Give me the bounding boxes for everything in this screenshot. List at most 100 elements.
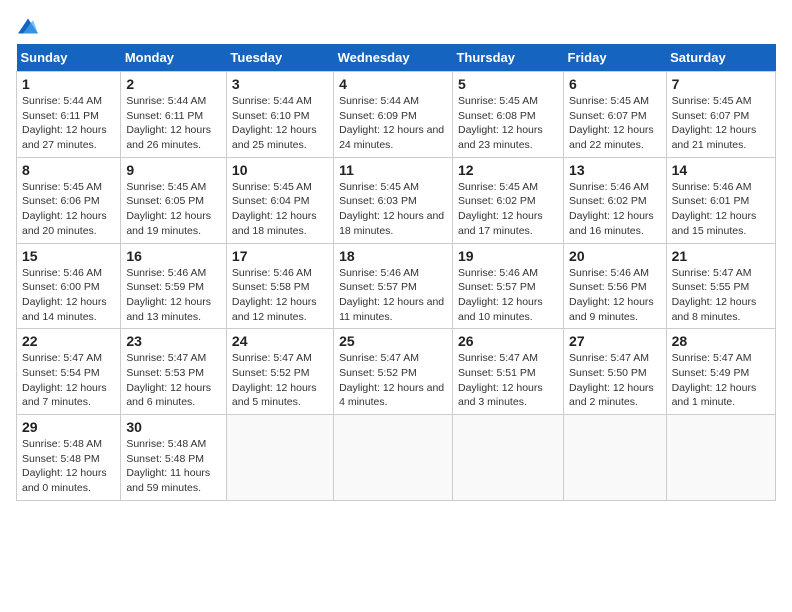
calendar-cell: 6 Sunrise: 5:45 AMSunset: 6:07 PMDayligh… (564, 72, 667, 158)
day-number: 6 (569, 76, 661, 92)
day-info: Sunrise: 5:46 AMSunset: 6:00 PMDaylight:… (22, 267, 107, 323)
calendar-cell: 10 Sunrise: 5:45 AMSunset: 6:04 PMDaylig… (226, 157, 333, 243)
day-number: 23 (126, 333, 221, 349)
day-info: Sunrise: 5:46 AMSunset: 5:57 PMDaylight:… (339, 267, 444, 323)
weekday-header-thursday: Thursday (452, 44, 563, 72)
page-header (16, 16, 776, 32)
day-info: Sunrise: 5:45 AMSunset: 6:03 PMDaylight:… (339, 181, 444, 237)
calendar-week-row: 1 Sunrise: 5:44 AMSunset: 6:11 PMDayligh… (17, 72, 776, 158)
calendar-cell: 29 Sunrise: 5:48 AMSunset: 5:48 PMDaylig… (17, 415, 121, 501)
day-info: Sunrise: 5:46 AMSunset: 5:58 PMDaylight:… (232, 267, 317, 323)
calendar-cell: 19 Sunrise: 5:46 AMSunset: 5:57 PMDaylig… (452, 243, 563, 329)
calendar-cell: 15 Sunrise: 5:46 AMSunset: 6:00 PMDaylig… (17, 243, 121, 329)
calendar-cell: 13 Sunrise: 5:46 AMSunset: 6:02 PMDaylig… (564, 157, 667, 243)
calendar-cell: 8 Sunrise: 5:45 AMSunset: 6:06 PMDayligh… (17, 157, 121, 243)
day-number: 4 (339, 76, 447, 92)
day-info: Sunrise: 5:46 AMSunset: 5:59 PMDaylight:… (126, 267, 211, 323)
calendar-week-row: 15 Sunrise: 5:46 AMSunset: 6:00 PMDaylig… (17, 243, 776, 329)
day-number: 7 (672, 76, 770, 92)
day-number: 12 (458, 162, 558, 178)
calendar-cell: 26 Sunrise: 5:47 AMSunset: 5:51 PMDaylig… (452, 329, 563, 415)
calendar-cell: 14 Sunrise: 5:46 AMSunset: 6:01 PMDaylig… (666, 157, 775, 243)
day-info: Sunrise: 5:45 AMSunset: 6:07 PMDaylight:… (569, 95, 654, 151)
day-info: Sunrise: 5:46 AMSunset: 6:02 PMDaylight:… (569, 181, 654, 237)
day-info: Sunrise: 5:46 AMSunset: 5:57 PMDaylight:… (458, 267, 543, 323)
calendar-cell: 12 Sunrise: 5:45 AMSunset: 6:02 PMDaylig… (452, 157, 563, 243)
logo-icon (18, 16, 38, 36)
calendar-cell: 3 Sunrise: 5:44 AMSunset: 6:10 PMDayligh… (226, 72, 333, 158)
calendar-week-row: 29 Sunrise: 5:48 AMSunset: 5:48 PMDaylig… (17, 415, 776, 501)
day-info: Sunrise: 5:45 AMSunset: 6:07 PMDaylight:… (672, 95, 757, 151)
day-number: 24 (232, 333, 328, 349)
day-info: Sunrise: 5:44 AMSunset: 6:09 PMDaylight:… (339, 95, 444, 151)
day-info: Sunrise: 5:46 AMSunset: 5:56 PMDaylight:… (569, 267, 654, 323)
weekday-header-sunday: Sunday (17, 44, 121, 72)
calendar-cell: 23 Sunrise: 5:47 AMSunset: 5:53 PMDaylig… (121, 329, 227, 415)
day-number: 8 (22, 162, 115, 178)
day-number: 21 (672, 248, 770, 264)
calendar-cell: 2 Sunrise: 5:44 AMSunset: 6:11 PMDayligh… (121, 72, 227, 158)
day-number: 29 (22, 419, 115, 435)
day-info: Sunrise: 5:47 AMSunset: 5:52 PMDaylight:… (232, 352, 317, 408)
day-number: 26 (458, 333, 558, 349)
day-number: 30 (126, 419, 221, 435)
calendar-cell: 17 Sunrise: 5:46 AMSunset: 5:58 PMDaylig… (226, 243, 333, 329)
calendar-cell: 5 Sunrise: 5:45 AMSunset: 6:08 PMDayligh… (452, 72, 563, 158)
day-number: 18 (339, 248, 447, 264)
day-info: Sunrise: 5:47 AMSunset: 5:54 PMDaylight:… (22, 352, 107, 408)
day-info: Sunrise: 5:47 AMSunset: 5:50 PMDaylight:… (569, 352, 654, 408)
calendar-cell: 27 Sunrise: 5:47 AMSunset: 5:50 PMDaylig… (564, 329, 667, 415)
day-number: 1 (22, 76, 115, 92)
day-info: Sunrise: 5:45 AMSunset: 6:02 PMDaylight:… (458, 181, 543, 237)
day-info: Sunrise: 5:45 AMSunset: 6:04 PMDaylight:… (232, 181, 317, 237)
weekday-header-tuesday: Tuesday (226, 44, 333, 72)
day-info: Sunrise: 5:47 AMSunset: 5:51 PMDaylight:… (458, 352, 543, 408)
calendar-cell (334, 415, 453, 501)
day-info: Sunrise: 5:47 AMSunset: 5:55 PMDaylight:… (672, 267, 757, 323)
day-number: 17 (232, 248, 328, 264)
day-info: Sunrise: 5:44 AMSunset: 6:11 PMDaylight:… (126, 95, 211, 151)
calendar-cell: 4 Sunrise: 5:44 AMSunset: 6:09 PMDayligh… (334, 72, 453, 158)
day-number: 28 (672, 333, 770, 349)
calendar-cell: 21 Sunrise: 5:47 AMSunset: 5:55 PMDaylig… (666, 243, 775, 329)
calendar-cell: 28 Sunrise: 5:47 AMSunset: 5:49 PMDaylig… (666, 329, 775, 415)
day-number: 14 (672, 162, 770, 178)
day-info: Sunrise: 5:44 AMSunset: 6:10 PMDaylight:… (232, 95, 317, 151)
day-number: 15 (22, 248, 115, 264)
calendar-cell: 24 Sunrise: 5:47 AMSunset: 5:52 PMDaylig… (226, 329, 333, 415)
calendar-cell (564, 415, 667, 501)
day-info: Sunrise: 5:46 AMSunset: 6:01 PMDaylight:… (672, 181, 757, 237)
calendar-cell: 18 Sunrise: 5:46 AMSunset: 5:57 PMDaylig… (334, 243, 453, 329)
day-number: 5 (458, 76, 558, 92)
day-number: 11 (339, 162, 447, 178)
day-info: Sunrise: 5:44 AMSunset: 6:11 PMDaylight:… (22, 95, 107, 151)
day-info: Sunrise: 5:47 AMSunset: 5:49 PMDaylight:… (672, 352, 757, 408)
day-number: 22 (22, 333, 115, 349)
calendar-cell: 22 Sunrise: 5:47 AMSunset: 5:54 PMDaylig… (17, 329, 121, 415)
calendar-cell: 7 Sunrise: 5:45 AMSunset: 6:07 PMDayligh… (666, 72, 775, 158)
calendar-header-row: SundayMondayTuesdayWednesdayThursdayFrid… (17, 44, 776, 72)
day-number: 19 (458, 248, 558, 264)
day-number: 16 (126, 248, 221, 264)
calendar-cell: 11 Sunrise: 5:45 AMSunset: 6:03 PMDaylig… (334, 157, 453, 243)
calendar-cell: 9 Sunrise: 5:45 AMSunset: 6:05 PMDayligh… (121, 157, 227, 243)
weekday-header-wednesday: Wednesday (334, 44, 453, 72)
day-number: 3 (232, 76, 328, 92)
day-info: Sunrise: 5:45 AMSunset: 6:06 PMDaylight:… (22, 181, 107, 237)
calendar-cell (226, 415, 333, 501)
calendar-table: SundayMondayTuesdayWednesdayThursdayFrid… (16, 44, 776, 501)
day-number: 20 (569, 248, 661, 264)
calendar-cell: 25 Sunrise: 5:47 AMSunset: 5:52 PMDaylig… (334, 329, 453, 415)
day-number: 10 (232, 162, 328, 178)
calendar-cell (666, 415, 775, 501)
weekday-header-friday: Friday (564, 44, 667, 72)
calendar-week-row: 22 Sunrise: 5:47 AMSunset: 5:54 PMDaylig… (17, 329, 776, 415)
calendar-cell (452, 415, 563, 501)
day-info: Sunrise: 5:47 AMSunset: 5:52 PMDaylight:… (339, 352, 444, 408)
calendar-cell: 1 Sunrise: 5:44 AMSunset: 6:11 PMDayligh… (17, 72, 121, 158)
day-info: Sunrise: 5:45 AMSunset: 6:05 PMDaylight:… (126, 181, 211, 237)
day-info: Sunrise: 5:47 AMSunset: 5:53 PMDaylight:… (126, 352, 211, 408)
calendar-cell: 20 Sunrise: 5:46 AMSunset: 5:56 PMDaylig… (564, 243, 667, 329)
weekday-header-saturday: Saturday (666, 44, 775, 72)
day-number: 25 (339, 333, 447, 349)
